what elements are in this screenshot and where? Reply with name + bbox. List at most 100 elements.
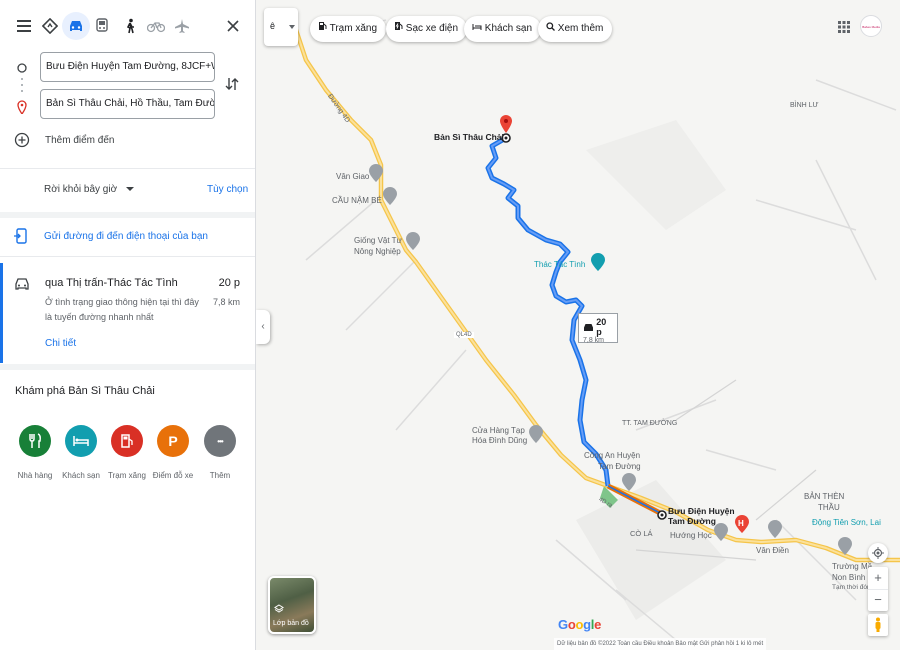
divider: [0, 212, 255, 218]
gas-station-icon: [111, 425, 143, 457]
my-location-icon: [872, 547, 884, 559]
category-hotel[interactable]: Khách sạn: [57, 425, 105, 480]
category-parking[interactable]: P Điểm đỗ xe: [149, 425, 197, 480]
route-distance: 7,8 km: [212, 297, 240, 307]
place-label: BẢN THÈN: [804, 492, 845, 501]
hotel-icon: [65, 425, 97, 457]
zoom-out-button[interactable]: −: [868, 589, 888, 611]
directions-panel: Bưu Điện Huyện Tam Đường, 8JCF+W32, Bản …: [0, 0, 256, 650]
parking-icon: P: [157, 425, 189, 457]
road-label: QL4D: [454, 332, 474, 338]
chip-label: Trạm xăng: [329, 23, 378, 34]
collapse-panel-button[interactable]: ‹: [256, 310, 270, 344]
layers-button[interactable]: Lớp bản đồ: [268, 576, 316, 634]
chip-more[interactable]: Xem thêm: [538, 16, 613, 42]
divider: [0, 364, 255, 370]
car-icon: [15, 278, 29, 290]
layers-icon: [274, 604, 284, 613]
close-icon[interactable]: [219, 12, 247, 40]
walk-icon[interactable]: [116, 12, 144, 40]
place-label: Hướng Học: [670, 531, 712, 540]
apps-grid-icon[interactable]: [838, 20, 850, 38]
add-destination-button[interactable]: Thêm điểm đến: [14, 132, 114, 148]
place-label: BÌNH LƯ: [790, 102, 819, 109]
route-description: Ở tình trạng giao thông hiện tại thì đây…: [45, 297, 199, 322]
best-route-icon[interactable]: [36, 12, 64, 40]
place-label: CẦU NẬM BÉ: [332, 196, 382, 205]
travel-modes: [10, 12, 248, 44]
route-details-link[interactable]: Chi tiết: [45, 338, 76, 349]
hospital-icon: H: [738, 519, 744, 528]
category-label: Khách sạn: [62, 471, 100, 480]
place-label: Giống Vật Tư: [354, 236, 402, 245]
place-label: THẦU: [818, 503, 840, 512]
gas-station-icon: [319, 22, 327, 30]
dropdown-arrow-icon: [289, 25, 295, 29]
place-label: Trường Mầ: [832, 562, 873, 571]
map-style-toggle[interactable]: ê: [264, 8, 298, 46]
origin-input[interactable]: Bưu Điện Huyện Tam Đường, 8JCF+W32,: [40, 52, 215, 82]
bubble-distance: 7,8 km: [583, 337, 605, 344]
origin-label: Tam Đường: [668, 516, 716, 526]
dropdown-arrow-icon: [125, 187, 134, 191]
zoom-in-button[interactable]: +: [868, 567, 888, 589]
add-circle-icon: [14, 132, 30, 148]
category-label: Điểm đỗ xe: [152, 471, 194, 480]
place-label: Hóa Đình Dũng: [472, 436, 528, 445]
bike-icon[interactable]: [142, 12, 170, 40]
options-link[interactable]: Tùy chọn: [207, 184, 248, 195]
pegman-icon: [875, 617, 881, 632]
avatar[interactable]: Babes Media: [860, 15, 882, 37]
route-time-bubble[interactable]: 20 p 7,8 km: [578, 313, 618, 344]
google-logo: Google: [558, 617, 602, 632]
menu-icon[interactable]: [10, 12, 38, 40]
flight-icon[interactable]: [168, 12, 196, 40]
origin-label: Bưu Điện Huyện: [668, 506, 735, 516]
place-label: Công An Huyện: [584, 451, 641, 460]
place-label: Nông Nghiệp: [354, 247, 401, 256]
my-location-button[interactable]: [868, 543, 888, 563]
place-label: Động Tiên Sơn, Lai: [812, 518, 881, 527]
transit-icon[interactable]: [88, 12, 116, 40]
add-destination-label: Thêm điểm đến: [45, 134, 115, 146]
chip-gas-station[interactable]: Trạm xăng: [310, 16, 387, 42]
route-time: 20 p: [218, 277, 240, 289]
bubble-time: 20 p: [596, 317, 607, 337]
place-label: Thác Tác Tình: [534, 260, 586, 269]
destination-input[interactable]: Bản Sì Thâu Chải, Hồ Thầu, Tam Đường, L: [40, 89, 215, 119]
search-icon: [546, 22, 555, 31]
place-label: Vân Giao: [336, 172, 370, 181]
place-label: TT. TAM ĐƯỜNG: [622, 420, 678, 427]
place-label: Tạm thời đón: [832, 584, 871, 591]
hotel-icon: [472, 24, 482, 30]
explore-title: Khám phá Bản Sì Thâu Chải: [15, 385, 155, 397]
route-title: qua Thị trấn-Thác Tác Tình: [45, 277, 178, 289]
car-icon[interactable]: [62, 12, 90, 40]
category-label: Thêm: [209, 471, 231, 480]
depart-label: Rời khỏi bây giờ: [44, 184, 118, 195]
place-label: Cửa Hàng Tạp: [472, 426, 525, 435]
send-to-phone-label: Gửi đường đi đến điện thoại của bạn: [44, 230, 208, 242]
more-icon: •••: [204, 425, 236, 457]
send-to-phone-link[interactable]: Gửi đường đi đến điện thoại của bạn: [14, 228, 208, 244]
category-label: Nhà hàng: [17, 471, 53, 480]
street-view-button[interactable]: [868, 614, 888, 636]
chip-hotel[interactable]: Khách sạn: [464, 16, 542, 42]
route-option[interactable]: qua Thị trấn-Thác Tác Tình 20 p Ở tình t…: [0, 263, 255, 363]
place-label: Non Bình I: [832, 573, 870, 582]
category-label: Trạm xăng: [108, 471, 146, 480]
swap-icon[interactable]: [225, 76, 239, 97]
map-canvas[interactable]: H Đường 4D QL4D 4D ra Bản Sì Thâu Chải B…: [256, 0, 900, 650]
route-dots-icon: [17, 63, 27, 114]
divider: [0, 256, 255, 257]
chip-ev-charging[interactable]: Sạc xe điện: [386, 16, 468, 42]
destination-label: Bản Sì Thâu Chải: [434, 132, 504, 142]
category-more[interactable]: ••• Thêm: [196, 425, 244, 480]
chip-label: Xem thêm: [557, 23, 604, 34]
ev-charging-icon: [395, 22, 403, 30]
category-restaurant[interactable]: Nhà hàng: [11, 425, 59, 480]
category-gas-station[interactable]: Trạm xăng: [103, 425, 151, 480]
place-label: Tam Đường: [598, 462, 641, 471]
depart-time-dropdown[interactable]: Rời khỏi bây giờ: [44, 184, 134, 195]
chip-label: Khách sạn: [484, 23, 533, 34]
